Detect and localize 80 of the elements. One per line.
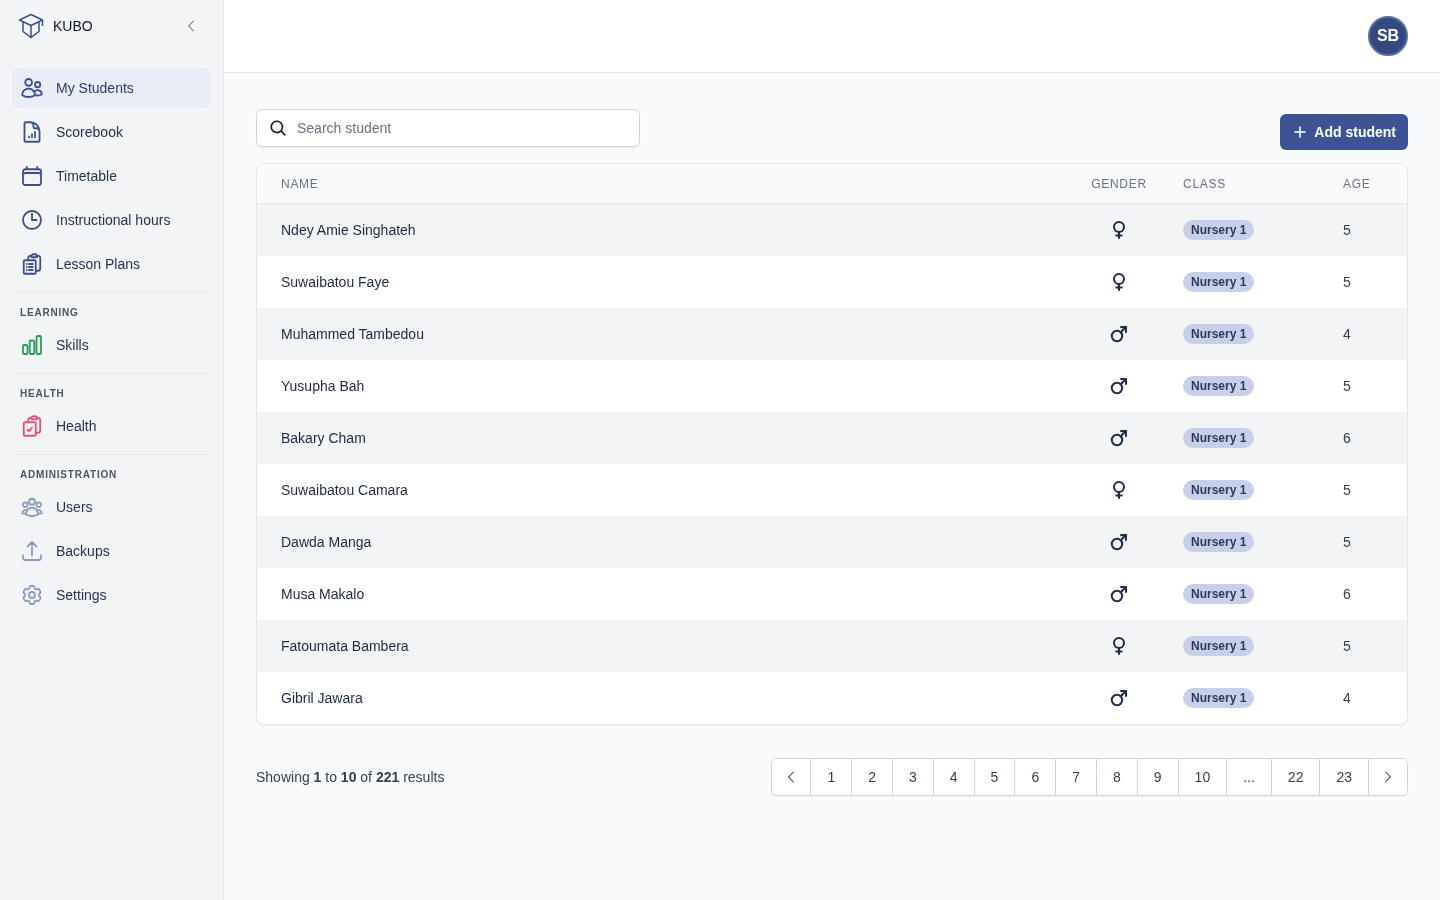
class-tag: Nursery 1	[1183, 428, 1255, 448]
section-title: HEALTH	[19, 388, 66, 400]
female-symbol-icon	[1113, 221, 1125, 239]
sidebar-item[interactable]: Settings	[12, 575, 211, 615]
female-symbol-icon	[1113, 273, 1125, 291]
column-header: CLASS	[1183, 176, 1226, 191]
female-symbol-icon	[1113, 637, 1125, 655]
student-name: Suwaibatou Camara	[281, 482, 408, 498]
student-name: Ndey Amie Singhateh	[281, 222, 416, 238]
page-button[interactable]: 23	[1319, 759, 1368, 795]
page-button[interactable]: 10	[1177, 759, 1227, 795]
student-age: 4	[1343, 690, 1351, 706]
male-symbol-icon	[1110, 325, 1128, 343]
class-tag: Nursery 1	[1183, 480, 1255, 500]
column-header: AGE	[1343, 176, 1371, 191]
female-symbol-icon	[1113, 481, 1125, 499]
student-age: 4	[1343, 326, 1351, 342]
class-tag: Nursery 1	[1183, 688, 1255, 708]
student-name: Gibril Jawara	[281, 690, 363, 706]
next-page-button[interactable]	[1368, 759, 1407, 795]
sidebar-item[interactable]: Backups	[12, 531, 211, 571]
class-tag: Nursery 1	[1183, 324, 1255, 344]
student-age: 5	[1343, 222, 1351, 238]
student-age: 5	[1343, 378, 1351, 394]
graduation-cap-icon	[18, 13, 44, 39]
student-age: 5	[1343, 534, 1351, 550]
sidebar-item[interactable]: Instructional hours	[12, 200, 211, 240]
page-button[interactable]: 3	[892, 759, 933, 795]
sidebar-item[interactable]: My Students	[12, 68, 211, 108]
page-button[interactable]: 1	[810, 759, 852, 795]
sidebar-item[interactable]: Health	[12, 406, 211, 446]
student-name: Musa Makalo	[281, 586, 365, 602]
page-button[interactable]: 4	[932, 759, 974, 795]
sidebar-item[interactable]: Timetable	[12, 156, 211, 196]
student-name: Bakary Cham	[281, 430, 366, 446]
student-name: Suwaibatou Faye	[281, 274, 390, 290]
page-button[interactable]: 5	[973, 759, 1015, 795]
sidebar-item[interactable]: Scorebook	[12, 112, 211, 152]
sidebar-item[interactable]: Lesson Plans	[12, 244, 211, 284]
brand-name: KUBO	[53, 18, 94, 34]
male-symbol-icon	[1110, 533, 1128, 551]
class-tag: Nursery 1	[1183, 636, 1255, 656]
sidebar-item[interactable]: Skills	[12, 325, 211, 365]
sidebar-item[interactable]: Users	[12, 487, 211, 527]
class-tag: Nursery 1	[1183, 376, 1255, 396]
student-name: Fatoumata Bambera	[281, 638, 409, 654]
column-header: NAME	[281, 176, 319, 191]
class-tag: Nursery 1	[1183, 532, 1255, 552]
previous-page-button[interactable]	[772, 759, 811, 795]
male-symbol-icon	[1110, 377, 1128, 395]
page-button[interactable]: 7	[1055, 759, 1096, 795]
male-symbol-icon	[1110, 689, 1128, 707]
class-tag: Nursery 1	[1183, 584, 1255, 604]
student-age: 5	[1343, 482, 1351, 498]
page-button[interactable]: 8	[1096, 759, 1137, 795]
male-symbol-icon	[1110, 429, 1128, 447]
page-button[interactable]: 6	[1014, 759, 1056, 795]
search-icon	[269, 119, 287, 137]
student-age: 6	[1343, 586, 1351, 602]
student-age: 5	[1343, 638, 1351, 654]
student-name: Yusupha Bah	[281, 378, 365, 394]
student-name: Muhammed Tambedou	[281, 326, 424, 342]
class-tag: Nursery 1	[1183, 220, 1255, 240]
page-button[interactable]: 9	[1136, 759, 1178, 795]
plus-icon	[1292, 124, 1309, 140]
class-tag: Nursery 1	[1183, 272, 1255, 292]
search-field[interactable]: Search student	[256, 109, 640, 147]
section-title: LEARNING	[19, 307, 80, 319]
column-header: GENDER	[1091, 176, 1147, 191]
student-age: 5	[1343, 274, 1351, 290]
user-avatar[interactable]: SB	[1368, 16, 1408, 56]
results-summary: Showing 1 to 10 of 221 results	[256, 769, 445, 785]
add-student-button[interactable]: Add student	[1280, 114, 1408, 150]
male-symbol-icon	[1110, 585, 1128, 603]
section-title: ADMINISTRATION	[19, 469, 119, 481]
page-button[interactable]: 22	[1270, 759, 1320, 795]
page-button[interactable]: ...	[1226, 759, 1271, 795]
student-name: Dawda Manga	[281, 534, 372, 550]
page-button[interactable]: 2	[851, 759, 892, 795]
student-age: 6	[1343, 430, 1351, 446]
